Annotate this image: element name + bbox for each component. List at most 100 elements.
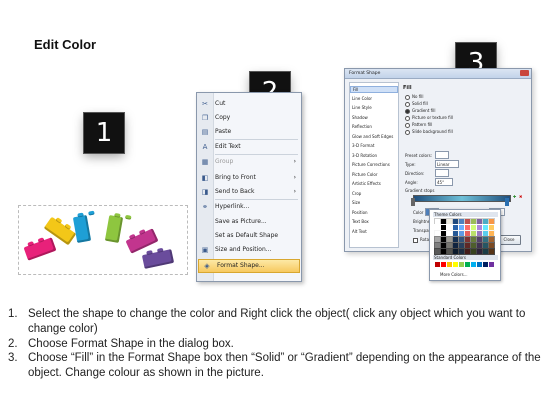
menu-item-bring-to-front[interactable]: ◧ Bring to Front › — [197, 172, 301, 184]
standard-color-swatch[interactable] — [453, 262, 458, 267]
theme-color-swatch[interactable] — [458, 230, 465, 237]
theme-color-swatch[interactable] — [464, 224, 471, 231]
more-colors-link[interactable]: More Colors... — [440, 272, 468, 277]
standard-color-swatch[interactable] — [459, 262, 464, 267]
fill-option-picture-or-texture-fill[interactable]: Picture or texture fill — [405, 115, 453, 121]
menu-item-copy[interactable]: ❐ Copy — [197, 112, 301, 124]
theme-color-swatch[interactable] — [488, 230, 495, 237]
theme-color-swatch[interactable] — [440, 230, 447, 237]
category-crop[interactable]: Crop — [352, 191, 361, 196]
category-shadow[interactable]: Shadow — [352, 115, 368, 120]
theme-color-swatch[interactable] — [440, 236, 447, 243]
menu-item-format-shape[interactable]: ◈ Format Shape... — [198, 259, 300, 273]
theme-color-swatch[interactable] — [458, 236, 465, 243]
theme-color-swatch[interactable] — [440, 242, 447, 249]
purple-brick[interactable] — [141, 247, 175, 269]
theme-color-swatch[interactable] — [452, 236, 459, 243]
gradient-stop-right[interactable] — [505, 198, 509, 206]
theme-color-swatch[interactable] — [482, 224, 489, 231]
theme-color-swatch[interactable] — [434, 236, 441, 243]
theme-color-swatch[interactable] — [476, 248, 483, 255]
theme-color-swatch[interactable] — [476, 236, 483, 243]
theme-color-swatch[interactable] — [482, 242, 489, 249]
theme-color-swatch[interactable] — [446, 242, 453, 249]
theme-color-swatch[interactable] — [476, 224, 483, 231]
standard-color-swatch[interactable] — [483, 262, 488, 267]
theme-color-swatch[interactable] — [458, 242, 465, 249]
theme-color-swatch[interactable] — [488, 242, 495, 249]
remove-stop-icon[interactable]: ✖ — [519, 194, 522, 199]
theme-color-swatch[interactable] — [470, 218, 477, 225]
standard-color-swatch[interactable] — [441, 262, 446, 267]
theme-color-swatch[interactable] — [434, 248, 441, 255]
standard-color-swatch[interactable] — [471, 262, 476, 267]
category-line-color[interactable]: Line Color — [352, 96, 372, 101]
type-dropdown[interactable]: Linear — [435, 160, 459, 168]
theme-color-swatch[interactable] — [440, 224, 447, 231]
category-fill[interactable]: Fill — [350, 86, 398, 93]
theme-color-swatch[interactable] — [446, 218, 453, 225]
theme-color-swatch[interactable] — [476, 230, 483, 237]
theme-color-swatch[interactable] — [470, 224, 477, 231]
fill-option-pattern-fill[interactable]: Pattern fill — [405, 122, 432, 128]
pink-brick[interactable] — [23, 237, 57, 261]
blue-brick[interactable] — [72, 210, 95, 244]
category-text-box[interactable]: Text Box — [352, 219, 369, 224]
angle-input[interactable]: 45° — [435, 178, 453, 186]
category-reflection[interactable]: Reflection — [352, 124, 372, 129]
menu-item-size-and-position[interactable]: ▣ Size and Position... — [197, 244, 301, 256]
theme-color-swatch[interactable] — [470, 230, 477, 237]
theme-color-swatch[interactable] — [434, 224, 441, 231]
theme-color-swatch[interactable] — [464, 242, 471, 249]
gradient-stops-bar[interactable] — [413, 195, 511, 202]
theme-color-swatch[interactable] — [464, 218, 471, 225]
category-picture-color[interactable]: Picture Color — [352, 172, 377, 177]
theme-color-swatch[interactable] — [464, 230, 471, 237]
theme-color-swatch[interactable] — [452, 242, 459, 249]
theme-color-swatch[interactable] — [464, 236, 471, 243]
menu-item-save-as-picture[interactable]: Save as Picture... — [197, 216, 301, 228]
gradient-stop-left[interactable] — [411, 198, 415, 206]
dialog-close-icon[interactable] — [520, 70, 529, 76]
fill-option-slide-background-fill[interactable]: Slide background fill — [405, 129, 453, 135]
theme-color-swatch[interactable] — [452, 248, 459, 255]
theme-color-swatch[interactable] — [482, 236, 489, 243]
menu-item-cut[interactable]: ✂ Cut — [197, 98, 301, 110]
category-3-d-rotation[interactable]: 3-D Rotation — [352, 153, 377, 158]
theme-color-swatch[interactable] — [446, 224, 453, 231]
theme-color-swatch[interactable] — [440, 248, 447, 255]
theme-color-swatch[interactable] — [458, 248, 465, 255]
magenta-brick[interactable] — [125, 228, 159, 254]
theme-color-swatch[interactable] — [470, 248, 477, 255]
theme-color-swatch[interactable] — [488, 248, 495, 255]
selected-shapes-area[interactable] — [18, 205, 188, 275]
standard-color-swatch[interactable] — [477, 262, 482, 267]
theme-color-swatch[interactable] — [488, 224, 495, 231]
theme-color-swatch[interactable] — [476, 218, 483, 225]
theme-color-swatch[interactable] — [440, 218, 447, 225]
category-line-style[interactable]: Line Style — [352, 105, 372, 110]
theme-color-swatch[interactable] — [458, 218, 465, 225]
theme-color-swatch[interactable] — [470, 236, 477, 243]
standard-color-swatch[interactable] — [447, 262, 452, 267]
theme-color-swatch[interactable] — [488, 218, 495, 225]
theme-color-swatch[interactable] — [446, 248, 453, 255]
standard-color-swatch[interactable] — [489, 262, 494, 267]
theme-color-swatch[interactable] — [470, 242, 477, 249]
theme-color-swatch[interactable] — [458, 224, 465, 231]
category-picture-corrections[interactable]: Picture Corrections — [352, 162, 390, 167]
theme-color-swatch[interactable] — [434, 242, 441, 249]
menu-item-edit-text[interactable]: A Edit Text — [197, 141, 301, 153]
theme-color-swatch[interactable] — [482, 248, 489, 255]
category-position[interactable]: Position — [352, 210, 368, 215]
theme-color-swatch[interactable] — [488, 236, 495, 243]
fill-option-no-fill[interactable]: No fill — [405, 94, 423, 100]
theme-color-swatch[interactable] — [482, 230, 489, 237]
theme-color-swatch[interactable] — [446, 236, 453, 243]
theme-color-swatch[interactable] — [476, 242, 483, 249]
menu-item-hyperlink[interactable]: ⚭ Hyperlink... — [197, 201, 301, 213]
fill-option-solid-fill[interactable]: Solid fill — [405, 101, 428, 107]
direction-dropdown[interactable] — [435, 169, 449, 177]
standard-color-swatch[interactable] — [465, 262, 470, 267]
theme-color-swatch[interactable] — [434, 230, 441, 237]
